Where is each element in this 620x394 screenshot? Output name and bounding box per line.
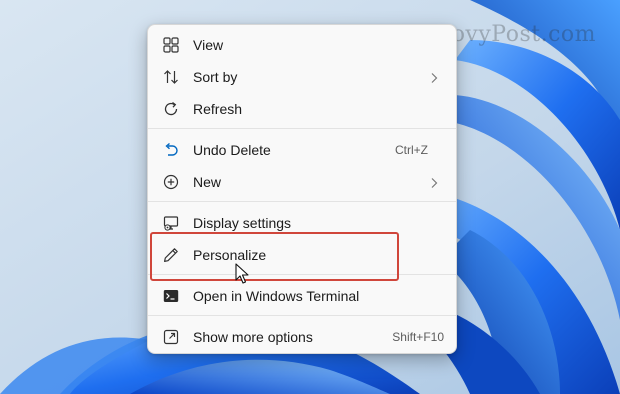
more-options-icon bbox=[161, 327, 181, 347]
sort-icon bbox=[161, 67, 181, 87]
menu-item-label: View bbox=[193, 37, 224, 53]
menu-item-label: New bbox=[193, 174, 222, 190]
view-icon bbox=[161, 35, 181, 55]
mouse-cursor-icon bbox=[235, 263, 249, 290]
menu-item-undo-delete[interactable]: Undo Delete Ctrl+Z bbox=[152, 135, 452, 165]
menu-item-label: Display settings bbox=[193, 215, 292, 231]
menu-separator bbox=[148, 128, 456, 129]
menu-separator bbox=[148, 315, 456, 316]
shortcut-label: Shift+F10 bbox=[392, 330, 444, 344]
menu-item-view[interactable]: View bbox=[152, 30, 452, 60]
chevron-right-icon bbox=[430, 71, 438, 87]
menu-item-show-more-options[interactable]: Show more options Shift+F10 bbox=[152, 322, 452, 352]
menu-item-label: Refresh bbox=[193, 101, 243, 117]
menu-item-label: Sort by bbox=[193, 69, 238, 85]
menu-item-label: Show more options bbox=[193, 329, 313, 345]
refresh-icon bbox=[161, 99, 181, 119]
shortcut-label: Ctrl+Z bbox=[395, 143, 428, 157]
menu-item-sort-by[interactable]: Sort by bbox=[152, 62, 452, 92]
undo-icon bbox=[161, 140, 181, 160]
desktop-context-menu: View Sort by Refresh Undo Delete Ctrl+Z … bbox=[147, 24, 457, 354]
menu-separator bbox=[148, 201, 456, 202]
chevron-right-icon bbox=[430, 176, 438, 192]
menu-item-label: Undo Delete bbox=[193, 142, 271, 158]
menu-item-refresh[interactable]: Refresh bbox=[152, 94, 452, 124]
terminal-icon bbox=[161, 286, 181, 306]
highlight-box bbox=[150, 232, 399, 281]
menu-item-open-terminal[interactable]: Open in Windows Terminal bbox=[152, 281, 452, 311]
menu-item-label: Open in Windows Terminal bbox=[193, 288, 360, 304]
display-icon bbox=[161, 213, 181, 233]
menu-item-new[interactable]: New bbox=[152, 167, 452, 197]
new-icon bbox=[161, 172, 181, 192]
